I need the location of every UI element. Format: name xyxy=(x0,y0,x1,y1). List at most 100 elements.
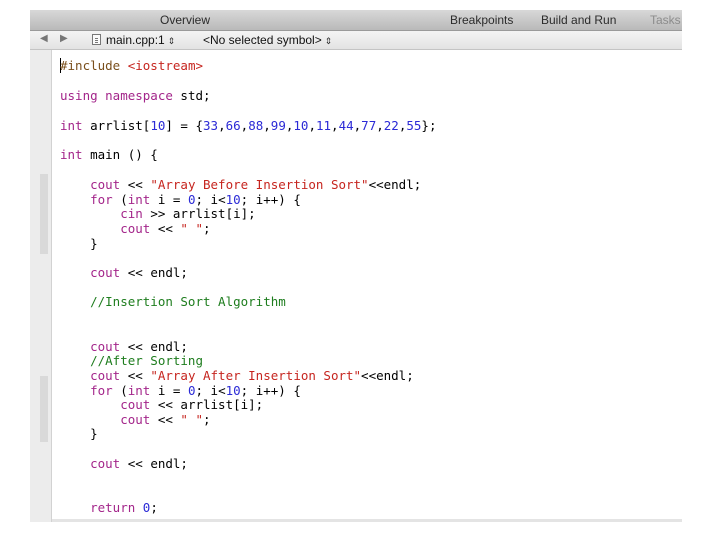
code-line: //Insertion Sort Algorithm xyxy=(60,294,286,309)
code-token: main () { xyxy=(82,147,158,162)
code-token: << xyxy=(120,177,151,192)
code-token: cin xyxy=(60,206,143,221)
updown-icon: ⇕ xyxy=(324,36,333,46)
code-token: cout xyxy=(60,221,151,236)
code-editor[interactable]: #include <iostream> using namespace std;… xyxy=(52,50,682,522)
code-token: arrlist[ xyxy=(82,118,151,133)
code-token: cout xyxy=(60,177,121,192)
navigation-bar: ◀ ▶ main.cpp:1 ⇕ <No selected symbol> ⇕ xyxy=(30,31,682,50)
code-token: 11 xyxy=(315,118,332,133)
symbol-popup-label: <No selected symbol> xyxy=(203,33,322,47)
code-token: cout xyxy=(60,456,121,471)
chevron-left-icon[interactable]: ◀ xyxy=(40,33,48,44)
code-token: cout xyxy=(60,397,151,412)
code-line: cout << endl; xyxy=(60,456,188,471)
code-line: for (int i = 0; i<10; i++) { xyxy=(60,192,301,207)
code-token: #include xyxy=(60,58,128,73)
code-token: , xyxy=(331,118,339,133)
code-token: , xyxy=(308,118,316,133)
toolbar: Overview Breakpoints Build and Run Tasks xyxy=(30,10,682,31)
code-line: cout << "Array After Insertion Sort"<<en… xyxy=(60,368,414,383)
code-token: << endl; xyxy=(120,456,188,471)
file-popup[interactable]: main.cpp:1 ⇕ xyxy=(106,33,175,47)
code-token: "Array After Insertion Sort" xyxy=(150,368,362,383)
code-token: int xyxy=(127,383,151,398)
code-token: " " xyxy=(180,412,203,427)
code-token: i = xyxy=(150,383,188,398)
code-token: 44 xyxy=(338,118,354,133)
code-token: << endl; xyxy=(120,339,188,354)
code-line: //After Sorting xyxy=(60,353,203,368)
code-token: << xyxy=(120,368,151,383)
toolbar-build-and-run[interactable]: Build and Run xyxy=(541,13,616,27)
file-icon xyxy=(92,34,101,45)
symbol-popup[interactable]: <No selected symbol> ⇕ xyxy=(203,33,332,47)
code-token: int xyxy=(127,192,151,207)
code-token: } xyxy=(60,426,98,441)
code-token: }; xyxy=(421,118,437,133)
code-token: , xyxy=(263,118,271,133)
code-token: ] = { xyxy=(165,118,204,133)
code-token: 88 xyxy=(248,118,264,133)
code-token: >> arrlist[i]; xyxy=(142,206,256,221)
code-token: 0 xyxy=(187,192,196,207)
toolbar-overview[interactable]: Overview xyxy=(160,13,210,27)
code-line: using namespace std; xyxy=(60,88,211,103)
code-token: ; i< xyxy=(195,383,226,398)
code-token: , xyxy=(218,118,226,133)
toolbar-tasks[interactable]: Tasks xyxy=(650,13,681,27)
code-token: 77 xyxy=(361,118,377,133)
code-token: << endl; xyxy=(120,265,188,280)
code-token: cout xyxy=(60,265,121,280)
code-line: for (int i = 0; i<10; i++) { xyxy=(60,383,301,398)
code-token: <iostream> xyxy=(127,58,203,73)
code-token: << xyxy=(150,412,181,427)
code-line: int arrlist[10] = {33,66,88,99,10,11,44,… xyxy=(60,118,436,133)
editor-gutter[interactable] xyxy=(30,50,52,522)
code-token: return xyxy=(60,500,143,515)
code-token: 33 xyxy=(203,118,219,133)
code-token: 10 xyxy=(293,118,309,133)
code-token: //Insertion Sort Algorithm xyxy=(60,294,286,309)
toolbar-breakpoints[interactable]: Breakpoints xyxy=(450,13,513,27)
code-token: 66 xyxy=(225,118,241,133)
code-token: "Array Before Insertion Sort" xyxy=(150,177,369,192)
code-token: 10 xyxy=(150,118,166,133)
code-token: 10 xyxy=(225,192,241,207)
fold-ribbon[interactable] xyxy=(40,376,48,442)
chevron-right-icon[interactable]: ▶ xyxy=(60,33,68,44)
code-token: << xyxy=(150,221,181,236)
code-line: cout << " "; xyxy=(60,221,211,236)
code-token: ; i++) { xyxy=(240,192,301,207)
code-token: cout xyxy=(60,339,121,354)
code-token: int xyxy=(60,147,83,162)
code-line: cout << endl; xyxy=(60,265,188,280)
code-token: ; i++) { xyxy=(240,383,301,398)
updown-icon: ⇕ xyxy=(167,36,176,46)
xcode-window: Overview Breakpoints Build and Run Tasks… xyxy=(30,10,682,522)
fold-ribbon[interactable] xyxy=(40,174,48,254)
code-token: //After Sorting xyxy=(60,353,203,368)
code-token: ; xyxy=(203,412,211,427)
code-token: " " xyxy=(180,221,203,236)
code-token: for xyxy=(60,383,113,398)
code-token: 10 xyxy=(225,383,241,398)
code-token: for xyxy=(60,192,113,207)
code-token: << arrlist[i]; xyxy=(150,397,264,412)
code-token: } xyxy=(60,236,98,251)
code-line: } xyxy=(60,236,98,251)
code-token: <<endl; xyxy=(361,368,414,383)
code-token: ; xyxy=(150,500,158,515)
code-token: std; xyxy=(180,88,211,103)
code-token: using namespace xyxy=(60,88,181,103)
code-line: cout << endl; xyxy=(60,339,188,354)
code-token: 55 xyxy=(406,118,422,133)
code-line: cout << " "; xyxy=(60,412,211,427)
code-token: 0 xyxy=(187,383,196,398)
code-token: ( xyxy=(112,192,128,207)
code-line: int main () { xyxy=(60,147,158,162)
code-token: 22 xyxy=(383,118,399,133)
code-token: ; xyxy=(203,221,211,236)
editor-bottom-edge xyxy=(52,519,682,522)
code-line: cout << "Array Before Insertion Sort"<<e… xyxy=(60,177,421,192)
